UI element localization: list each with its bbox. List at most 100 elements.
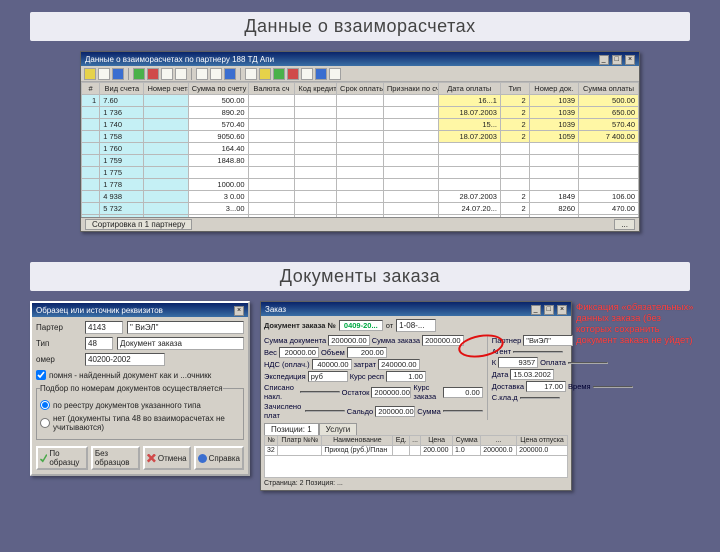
table-row[interactable]: 1 7589050.6018.07.2003210597 400.00	[82, 131, 639, 143]
partner-code-field[interactable]: 4143	[85, 321, 123, 334]
cancel-button[interactable]: Отмена	[143, 446, 191, 470]
titlebar[interactable]: Данные о взаиморасчетах по партнеру 188 …	[81, 52, 639, 66]
tb-misc4-icon[interactable]	[301, 68, 313, 80]
tb-new-icon[interactable]	[84, 68, 96, 80]
close-icon[interactable]: ×	[557, 305, 567, 315]
settlements-grid[interactable]: #Вид счетаНомер счетаСумма по счетуВалют…	[81, 82, 639, 217]
table-row[interactable]: 1 7781000.00	[82, 179, 639, 191]
radio-none[interactable]	[40, 418, 50, 428]
tb-misc2-icon[interactable]	[273, 68, 285, 80]
table-row[interactable]: 1 7591848.80	[82, 155, 639, 167]
volume[interactable]: 200.00	[347, 347, 387, 358]
col-header[interactable]: Тип	[500, 83, 529, 95]
close-icon[interactable]: ×	[625, 55, 635, 65]
warehouse[interactable]	[520, 397, 560, 399]
ostatok[interactable]: 200000.00	[371, 387, 411, 398]
tb-open-icon[interactable]	[98, 68, 110, 80]
col-header[interactable]: Номер док.	[529, 83, 578, 95]
tb-sort-icon[interactable]	[224, 68, 236, 80]
kurs-order[interactable]: 0.00	[443, 387, 483, 398]
pay-field[interactable]	[568, 362, 608, 364]
tb-misc6-icon[interactable]	[329, 68, 341, 80]
order-number[interactable]: 0409-20...	[339, 320, 383, 331]
tb-paste-icon[interactable]	[175, 68, 187, 80]
order-positions-grid[interactable]: №Платр №№НаименованиеЕд....ЦенаСумма...Ц…	[264, 435, 568, 478]
col-header[interactable]: Сумма по счету	[188, 83, 248, 95]
sum-doc[interactable]: 200000.00	[328, 335, 369, 346]
no-sample-button[interactable]: Без образцов	[91, 446, 140, 470]
zatrat[interactable]: 240000.00	[378, 359, 419, 370]
tb-copy-icon[interactable]	[161, 68, 173, 80]
tab-services[interactable]: Услуги	[319, 423, 358, 435]
tb-save-icon[interactable]	[112, 68, 124, 80]
col-header[interactable]: Валюта сч	[248, 83, 295, 95]
tb-misc3-icon[interactable]	[287, 68, 299, 80]
date-field[interactable]: 15.03.2002	[510, 369, 554, 380]
spisano[interactable]	[300, 391, 340, 393]
col-header[interactable]: Сумма оплаты	[579, 83, 639, 95]
type-name-field[interactable]: Документ заказа	[117, 337, 244, 350]
col-header[interactable]: Вид счета	[100, 83, 144, 95]
delivery[interactable]: 17.00	[526, 381, 566, 392]
maximize-icon[interactable]: □	[612, 55, 622, 65]
order-titlebar[interactable]: Заказ _ □ ×	[261, 302, 571, 316]
col-header[interactable]: Срок оплаты	[337, 83, 384, 95]
r2-label: нет (документы типа 48 во взаиморасчетах…	[53, 414, 240, 432]
partner-field[interactable]: "ВиЭЛ"	[523, 335, 573, 346]
order-win-title: Заказ	[265, 305, 286, 314]
dialog-titlebar[interactable]: Образец или источник реквизитов ×	[32, 303, 248, 317]
table-row[interactable]: 4 9383 0.0028.07.200321849106.00	[82, 191, 639, 203]
k-field[interactable]: 9357	[498, 357, 538, 368]
table-row[interactable]: 1 736890.2018.07.200321039650.00	[82, 107, 639, 119]
tb-del-icon[interactable]	[147, 68, 159, 80]
maximize-icon[interactable]: □	[544, 305, 554, 315]
time-field[interactable]	[593, 386, 633, 388]
table-row[interactable]: 1 760164.40	[82, 143, 639, 155]
zachisl[interactable]	[305, 410, 345, 412]
remember-checkbox[interactable]	[36, 370, 46, 380]
by-sample-button[interactable]: По образцу	[36, 446, 88, 470]
lbl-type: Тип	[36, 339, 81, 348]
summa[interactable]	[443, 410, 483, 412]
radio-by-registry[interactable]	[40, 400, 50, 410]
partner-name-field[interactable]: " ВиЭЛ"	[127, 321, 244, 334]
agent-field[interactable]	[513, 351, 563, 353]
sum-order[interactable]: 200000.00	[422, 335, 463, 346]
order-date[interactable]: 1-08-...	[396, 319, 436, 332]
order-heading: Документ заказа №	[264, 321, 336, 330]
weight[interactable]: 20000.00	[279, 347, 319, 358]
callout-text: Фиксация «обязательных» данных заказа (б…	[576, 303, 694, 347]
status-right[interactable]: ...	[614, 219, 635, 230]
type-code-field[interactable]: 48	[85, 337, 113, 350]
tb-print-icon[interactable]	[245, 68, 257, 80]
tab-positions[interactable]: Позиции: 1	[264, 423, 319, 435]
col-header[interactable]: Дата оплаты	[438, 83, 500, 95]
saldo[interactable]: 200000.00	[375, 406, 415, 417]
col-header[interactable]: Признаки по счету	[383, 83, 438, 95]
status-left[interactable]: Сортировка п 1 партнеру	[85, 219, 192, 230]
table-row[interactable]: 1 775	[82, 167, 639, 179]
tb-filter-icon[interactable]	[210, 68, 222, 80]
table-row[interactable]: 1 740570.4015...21039570.40	[82, 119, 639, 131]
col-header[interactable]: Код кредита	[295, 83, 337, 95]
table-row[interactable]: 17.60500.0016...121039500.00	[82, 95, 639, 107]
col-header[interactable]: Номер счета	[144, 83, 188, 95]
statusbar: Сортировка п 1 партнеру ...	[81, 217, 639, 231]
r1-label: по реестру документов указанного типа	[53, 401, 201, 410]
tb-misc1-icon[interactable]	[259, 68, 271, 80]
kurs[interactable]: 1.00	[386, 371, 426, 382]
col-header[interactable]: #	[82, 83, 100, 95]
close-icon[interactable]: ×	[234, 306, 244, 316]
minimize-icon[interactable]: _	[599, 55, 609, 65]
help-button[interactable]: Справка	[194, 446, 244, 470]
nds[interactable]: 40000.00	[312, 359, 352, 370]
lbl-number: омер	[36, 355, 81, 364]
minimize-icon[interactable]: _	[531, 305, 541, 315]
table-row[interactable]: 5 7323...0024.07.20...28260470.00	[82, 203, 639, 215]
tb-ok-icon[interactable]	[133, 68, 145, 80]
expedition[interactable]: руб	[308, 371, 348, 382]
number-field[interactable]: 40200-2002	[85, 353, 165, 366]
tb-find-icon[interactable]	[196, 68, 208, 80]
x-icon	[147, 454, 156, 463]
tb-misc5-icon[interactable]	[315, 68, 327, 80]
